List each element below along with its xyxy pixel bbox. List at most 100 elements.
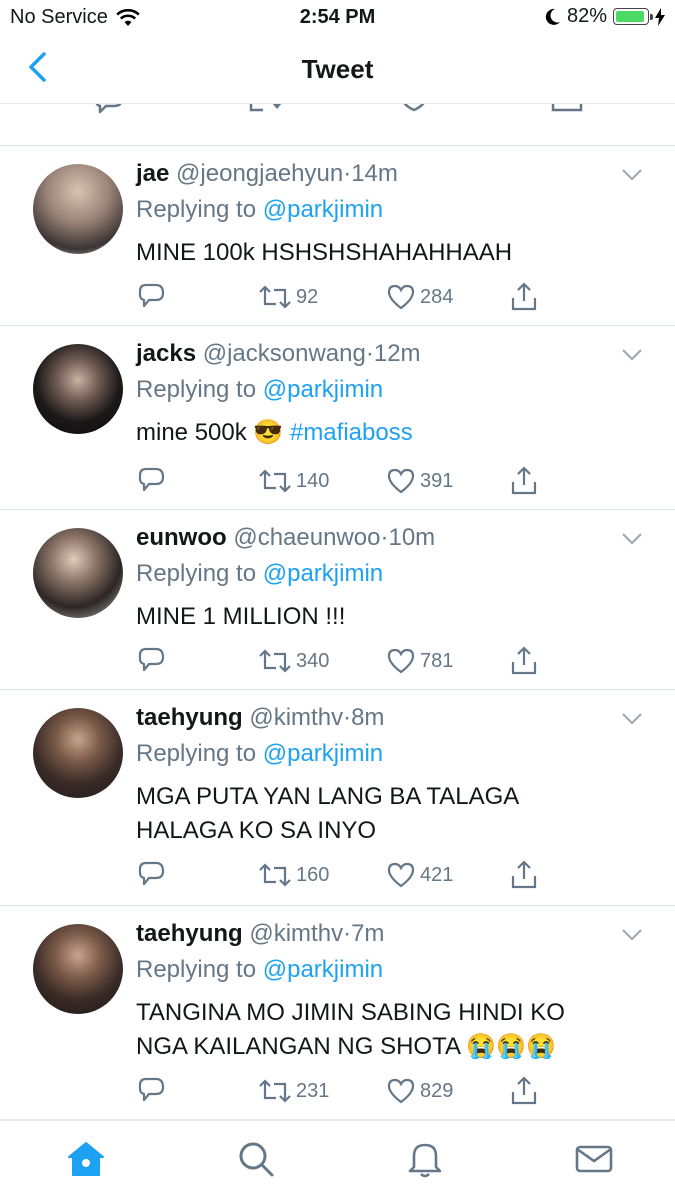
chevron-down-icon[interactable] [621,532,643,546]
share-icon[interactable] [550,104,584,126]
timestamp: 8m [351,704,385,731]
retweet-icon [259,649,291,673]
page-title: Tweet [301,54,374,84]
retweet-button[interactable]: 340 [258,646,329,676]
like-button[interactable]: 421 [386,860,453,890]
share-button[interactable] [509,646,539,676]
nav-bar: Tweet [0,34,675,104]
share-button[interactable] [509,1076,539,1106]
share-icon [511,282,537,311]
user-handle[interactable]: @kimthv [249,920,343,947]
mention-link[interactable]: @parkjimin [263,196,383,223]
retweet-button[interactable]: 160 [258,860,329,890]
reply-button[interactable] [136,282,166,312]
timestamp: 7m [351,920,385,947]
avatar[interactable] [33,528,123,618]
share-icon [511,860,537,889]
user-handle[interactable]: @chaeunwoo [233,524,380,551]
battery-icon [613,8,653,25]
reply-icon [138,647,165,672]
retweet-count: 340 [296,649,330,672]
like-count: 421 [420,863,454,886]
retweet-icon [259,285,291,309]
heart-icon [387,1078,415,1104]
messages-icon[interactable] [574,1139,614,1179]
retweet-button[interactable]: 92 [258,282,318,312]
avatar[interactable] [33,708,123,798]
like-button[interactable]: 284 [386,282,453,312]
tweet-text: MINE 100k HSHSHSHAHAHHAAH [136,239,513,266]
reply-button[interactable] [136,646,166,676]
share-button[interactable] [509,860,539,890]
retweet-button[interactable]: 231 [258,1076,329,1106]
retweet-count: 231 [296,1079,330,1102]
like-count: 781 [420,649,454,672]
reply-button[interactable] [136,466,166,496]
moon-icon [545,8,560,25]
tweet-reply[interactable]: eunwoo @chaeunwoo·10m Replying to @parkj… [0,510,675,690]
replying-to: Replying to @parkjimin [136,196,384,223]
share-icon [511,646,537,675]
retweet-count: 160 [296,863,330,886]
hashtag-link[interactable]: #mafiaboss [290,419,413,446]
tweet-reply[interactable]: jae @jeongjaehyun·14m Replying to @parkj… [0,146,675,326]
tweet-text: mine 500k 😎 #mafiaboss [136,419,413,446]
tweet-actions: 160 421 [136,860,656,890]
search-icon[interactable] [236,1139,276,1179]
user-handle[interactable]: @jacksonwang [203,340,366,367]
display-name[interactable]: taehyung [136,704,243,731]
home-icon[interactable] [66,1139,106,1179]
display-name[interactable]: jae [136,160,169,187]
avatar[interactable] [33,924,123,1014]
replying-to: Replying to @parkjimin [136,956,384,983]
share-button[interactable] [509,282,539,312]
reply-button[interactable] [136,860,166,890]
chevron-down-icon[interactable] [621,712,643,726]
chevron-down-icon[interactable] [621,928,643,942]
share-button[interactable] [509,466,539,496]
replying-to: Replying to @parkjimin [136,740,384,767]
like-button[interactable]: 391 [386,466,453,496]
heart-icon [387,648,415,674]
user-handle[interactable]: @kimthv [249,704,343,731]
timestamp: 10m [388,524,436,551]
tweet-header: taehyung @kimthv·8m [136,704,385,731]
heart-icon [387,862,415,888]
chevron-down-icon[interactable] [621,348,643,362]
tweet-actions: 92 284 [136,282,656,312]
tweet-reply[interactable]: jacks @jacksonwang·12m Replying to @park… [0,326,675,510]
reply-icon[interactable] [92,104,124,126]
mention-link[interactable]: @parkjimin [263,376,383,403]
chevron-down-icon[interactable] [621,168,643,182]
tweet-actions: 340 781 [136,646,656,676]
status-bar: No Service 2:54 PM 82% [0,0,675,34]
sunglasses-emoji: 😎 [253,419,284,446]
crying-emoji: 😭😭😭 [466,1033,556,1060]
tweet-text: TANGINA MO JIMIN SABING HINDI KO NGA KAI… [136,999,565,1060]
like-button[interactable]: 781 [386,646,453,676]
mention-link[interactable]: @parkjimin [263,560,383,587]
reply-button[interactable] [136,1076,166,1106]
replying-to: Replying to @parkjimin [136,376,384,403]
tweet-reply[interactable]: taehyung @kimthv·8m Replying to @parkjim… [0,690,675,906]
display-name[interactable]: eunwoo [136,524,227,551]
display-name[interactable]: jacks [136,340,196,367]
tweet-text: MGA PUTA YAN LANG BA TALAGA HALAGA KO SA… [136,783,518,844]
notifications-icon[interactable] [405,1139,445,1179]
partial-action-row [0,104,675,146]
retweet-icon[interactable] [245,104,283,126]
avatar[interactable] [33,164,123,254]
display-name[interactable]: taehyung [136,920,243,947]
like-icon[interactable] [396,104,432,126]
tweet-reply[interactable]: taehyung @kimthv·7m Replying to @parkjim… [0,906,675,1120]
retweet-icon [259,469,291,493]
heart-icon [387,468,415,494]
tab-bar [0,1120,675,1200]
avatar[interactable] [33,344,123,434]
reply-icon [138,861,165,886]
mention-link[interactable]: @parkjimin [263,956,383,983]
mention-link[interactable]: @parkjimin [263,740,383,767]
retweet-button[interactable]: 140 [258,466,329,496]
user-handle[interactable]: @jeongjaehyun [176,160,343,187]
like-button[interactable]: 829 [386,1076,453,1106]
